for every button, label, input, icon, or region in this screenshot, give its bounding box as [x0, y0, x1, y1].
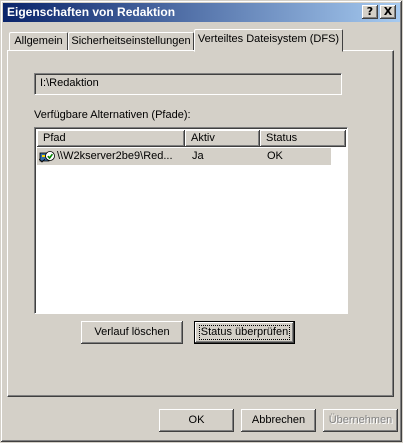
window-title: Eigenschaften von Redaktion [7, 5, 176, 19]
cancel-button[interactable]: Abbrechen [241, 409, 316, 432]
title-bar[interactable]: Eigenschaften von Redaktion ? X [3, 3, 400, 22]
tab-label: Sicherheitseinstellungen [71, 35, 191, 47]
row-aktiv: Ja [192, 150, 204, 162]
shared-folder-check-icon [38, 148, 55, 164]
tab-sicherheitseinstellungen[interactable]: Sicherheitseinstellungen [68, 32, 194, 51]
close-icon: X [383, 5, 393, 18]
column-header-aktiv[interactable]: Aktiv [185, 130, 260, 147]
tab-label: Allgemein [14, 35, 63, 47]
alternatives-label-text: Verfügbare Alternativen (Pfade): [34, 109, 191, 121]
row-status: OK [267, 150, 283, 162]
row-pfad: \\W2kserver2be9\Red... [57, 150, 173, 162]
cancel-label: Abbrechen [251, 414, 306, 426]
column-header-status[interactable]: Status [260, 130, 346, 147]
clear-history-button[interactable]: Verlauf löschen [81, 321, 183, 344]
properties-dialog: Eigenschaften von Redaktion ? X Allgemei… [0, 0, 403, 443]
tab-allgemein[interactable]: Allgemein [9, 32, 68, 51]
tab-dfs[interactable]: Verteiltes Dateisystem (DFS) [194, 29, 343, 52]
apply-button[interactable]: Übernehmen [323, 409, 398, 432]
ok-label: OK [188, 414, 205, 426]
alternatives-label: Verfügbare Alternativen (Pfade): [34, 109, 191, 121]
list-item[interactable]: \\W2kserver2be9\Red... Ja OK [37, 148, 331, 165]
apply-label: Übernehmen [328, 414, 393, 426]
dfs-path-field: I:\Redaktion [34, 73, 342, 95]
column-header-pfad[interactable]: Pfad [37, 130, 185, 147]
ok-button[interactable]: OK [159, 409, 234, 432]
tab-label: Verteiltes Dateisystem (DFS) [197, 33, 340, 45]
clear-history-label: Verlauf löschen [94, 326, 170, 338]
focus-rectangle [199, 325, 290, 340]
close-button[interactable]: X [380, 5, 396, 19]
alternatives-list[interactable]: Pfad Aktiv Status \\W2kserver2be9\Red...… [34, 127, 348, 314]
help-button[interactable]: ? [362, 5, 378, 19]
check-status-button[interactable]: Status überprüfen [194, 321, 295, 344]
